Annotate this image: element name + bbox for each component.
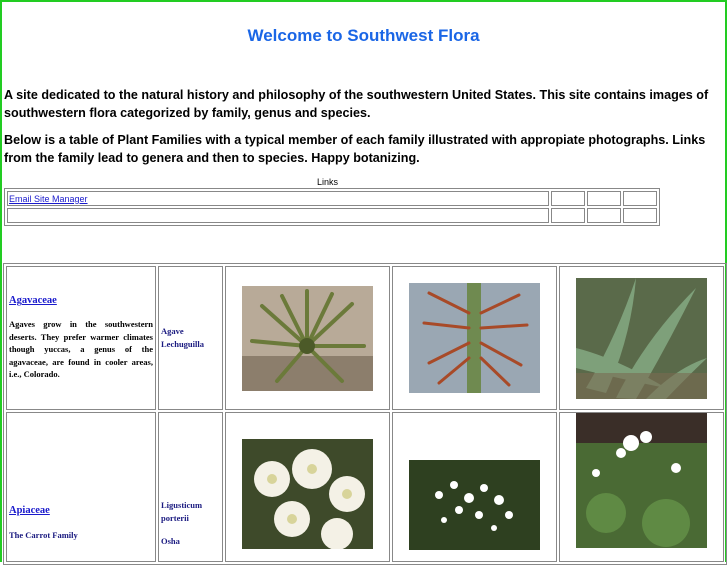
links-cell <box>551 191 585 206</box>
family-subtitle: The Carrot Family <box>9 530 78 540</box>
image-cell <box>224 266 390 410</box>
links-cell <box>587 191 621 206</box>
links-table: Email Site Manager <box>4 188 660 226</box>
genus-common-name: Osha <box>161 536 180 546</box>
family-cell: Apiaceae The Carrot Family <box>6 412 156 562</box>
family-cell: Agavaceae Agaves grow in the southwester… <box>6 266 156 410</box>
links-cell <box>623 191 657 206</box>
image-cell <box>391 266 557 410</box>
intro-paragraph: A site dedicated to the natural history … <box>4 88 709 120</box>
family-link-apiaceae[interactable]: Apiaceae <box>9 505 153 516</box>
image-cell <box>558 266 724 410</box>
agave-photo-2[interactable] <box>408 283 540 393</box>
family-description: Agaves grow in the southwestern deserts.… <box>9 319 153 380</box>
apiaceae-photo-3[interactable] <box>575 413 707 548</box>
apiaceae-photo-1[interactable] <box>241 439 373 549</box>
links-cell <box>587 208 621 223</box>
links-label: Links <box>316 177 338 187</box>
apiaceae-photo-2[interactable] <box>408 460 540 550</box>
genus-cell: Agave Lechuguilla <box>158 266 223 410</box>
agave-photo-3[interactable] <box>575 277 707 399</box>
agave-photo-1[interactable] <box>241 285 373 391</box>
genus-label: Agave Lechuguilla <box>161 326 204 349</box>
image-cell <box>224 412 390 562</box>
genus-cell: Ligusticum porterii Osha <box>158 412 223 562</box>
table-row: Apiaceae The Carrot Family Ligusticum po… <box>6 412 724 562</box>
plant-families-table: Agavaceae Agaves grow in the southwester… <box>3 263 727 565</box>
image-cell <box>391 412 557 562</box>
links-cell <box>551 208 585 223</box>
image-cell <box>558 412 724 562</box>
intro-paragraph-2: Below is a table of Plant Families with … <box>4 133 706 165</box>
links-cell: Email Site Manager <box>7 191 549 206</box>
links-cell <box>7 208 549 223</box>
family-link-agavaceae[interactable]: Agavaceae <box>9 295 153 306</box>
page-title: Welcome to Southwest Flora <box>247 26 480 45</box>
genus-label: Ligusticum porterii <box>161 500 203 523</box>
links-cell <box>623 208 657 223</box>
email-site-manager-link[interactable]: Email Site Manager <box>9 194 88 204</box>
table-row: Agavaceae Agaves grow in the southwester… <box>6 266 724 410</box>
